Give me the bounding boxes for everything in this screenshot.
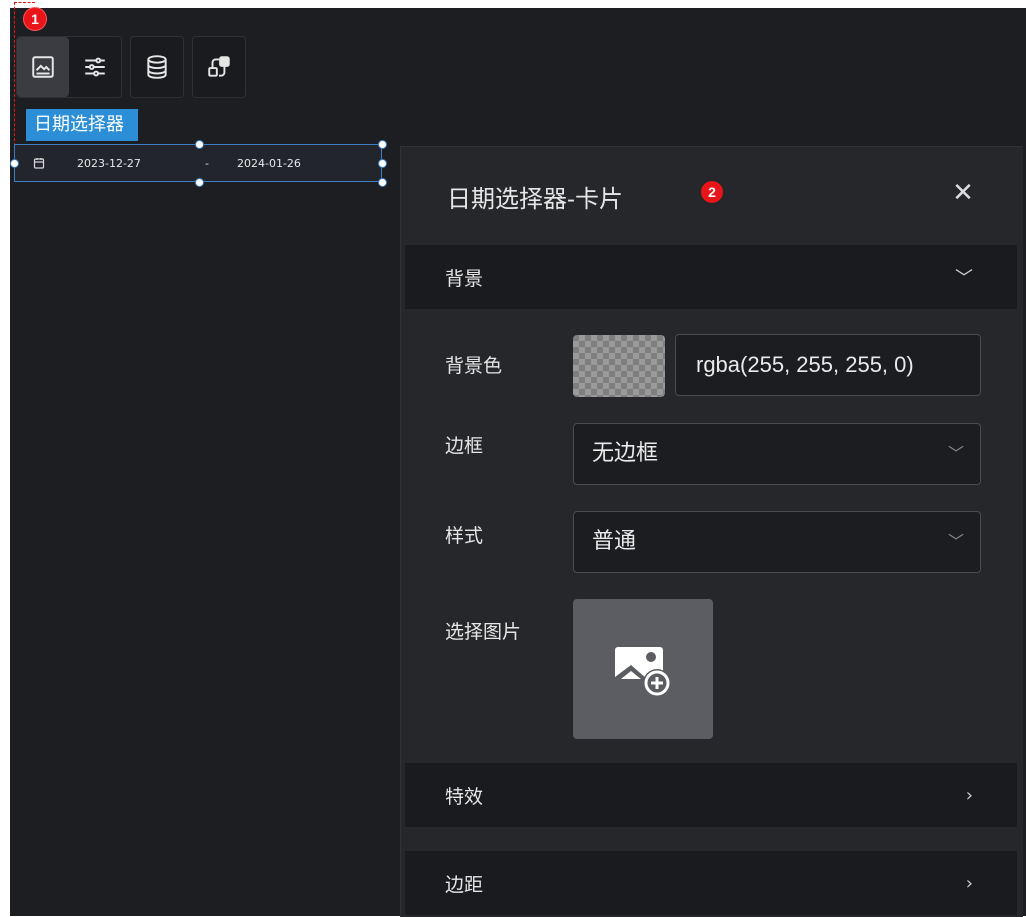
date-separator: - [205, 156, 209, 170]
end-date[interactable]: 2024-01-26 [237, 157, 347, 170]
start-date[interactable]: 2023-12-27 [77, 157, 187, 170]
database-icon[interactable] [131, 37, 183, 97]
step2-badge: 2 [701, 181, 723, 203]
bg-color-input[interactable]: rgba(255, 255, 255, 0) [675, 334, 981, 396]
interaction-icon[interactable] [193, 37, 245, 97]
chevron-down-icon: ﹀ [947, 532, 964, 551]
step1-badge: 1 [24, 8, 46, 30]
add-image-icon [615, 647, 671, 697]
bg-color-label: 背景色 [445, 355, 503, 377]
chevron-down-icon: ﹀ [955, 268, 973, 289]
image-icon[interactable] [17, 37, 69, 97]
component-toolbar [16, 36, 246, 98]
resize-handle-top-right[interactable] [378, 140, 387, 149]
step1-outline-line [14, 30, 15, 146]
properties-panel: 日期选择器-卡片 2 ✕ 背景 ﹀ 背景色 rgba(255, 255, 255… [400, 146, 1023, 917]
chevron-right-icon: › [965, 784, 973, 806]
color-swatch[interactable] [573, 335, 665, 397]
section-effects-label: 特效 [445, 785, 484, 808]
style-label: 样式 [445, 525, 484, 547]
chevron-down-icon: ﹀ [947, 444, 964, 463]
calendar-icon [33, 158, 45, 169]
resize-handle-bottom-right[interactable] [378, 178, 387, 187]
border-select-value: 无边框 [592, 441, 659, 466]
resize-handle-right[interactable] [378, 159, 387, 168]
chevron-right-icon: › [965, 872, 973, 894]
panel-header: 日期选择器-卡片 2 ✕ [401, 147, 1023, 243]
sliders-icon[interactable] [69, 37, 121, 97]
date-range-picker[interactable]: 2023-12-27 - 2024-01-26 [14, 144, 382, 182]
section-background-label: 背景 [445, 267, 484, 290]
component-name-tag: 日期选择器 [26, 109, 138, 141]
image-label: 选择图片 [445, 621, 522, 643]
section-background[interactable]: 背景 ﹀ [405, 245, 1017, 309]
section-effects[interactable]: 特效 › [405, 763, 1017, 827]
toolbar-group-interaction [192, 36, 246, 98]
border-label: 边框 [445, 435, 484, 457]
resize-handle-left[interactable] [10, 159, 19, 168]
image-upload-button[interactable] [573, 599, 713, 739]
border-select[interactable]: 无边框 ﹀ [573, 423, 981, 485]
resize-handle-top[interactable] [195, 140, 204, 149]
toolbar-group-style [16, 36, 122, 98]
style-select-value: 普通 [592, 529, 637, 554]
close-icon[interactable]: ✕ [947, 177, 979, 209]
section-margin-label: 边距 [445, 873, 484, 896]
section-margin[interactable]: 边距 › [405, 851, 1017, 915]
panel-title: 日期选择器-卡片 [447, 186, 623, 213]
toolbar-group-data [130, 36, 184, 98]
resize-handle-bottom[interactable] [195, 178, 204, 187]
style-select[interactable]: 普通 ﹀ [573, 511, 981, 573]
